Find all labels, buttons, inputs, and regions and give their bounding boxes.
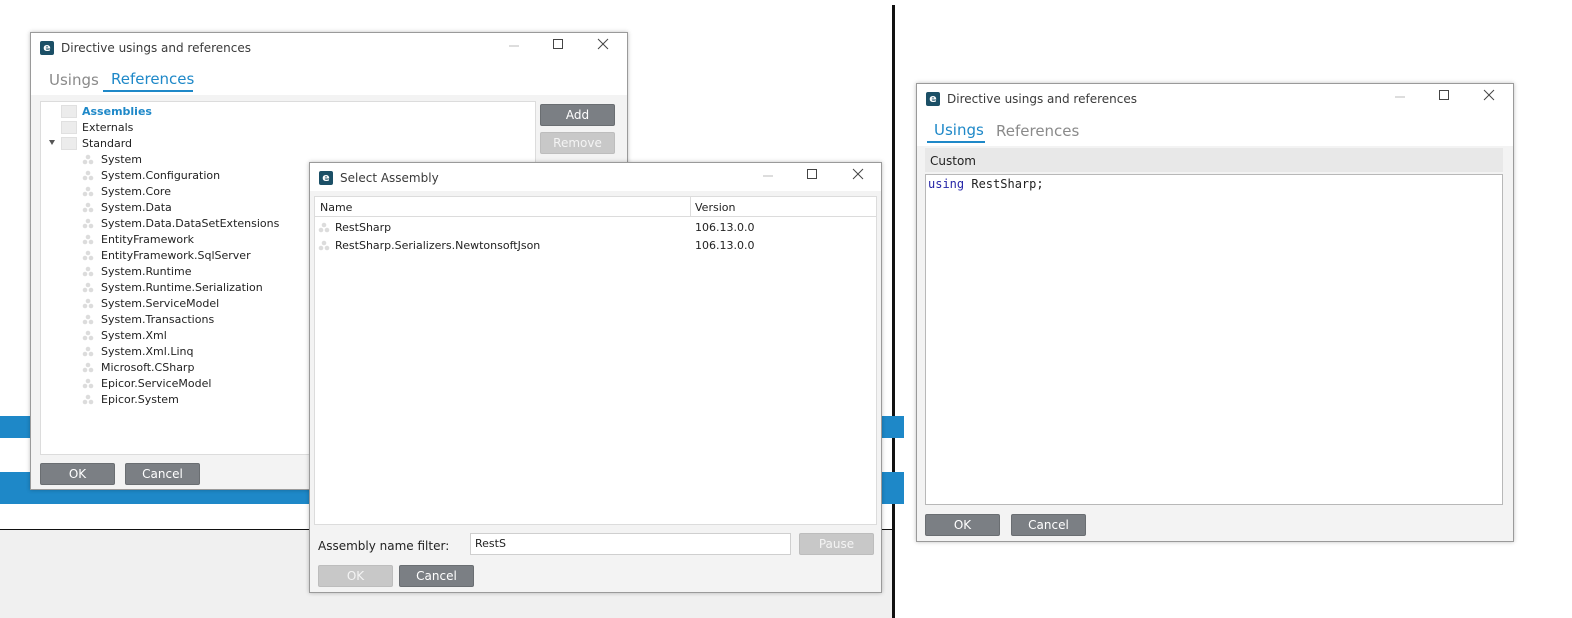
tree-item-assembly[interactable]: Epicor.System	[101, 393, 179, 406]
row-version: 106.13.0.0	[695, 239, 755, 252]
ok-button[interactable]: OK	[925, 514, 1000, 536]
code-keyword: using	[928, 177, 965, 191]
right-directive-dialog: e Directive usings and references Usings…	[916, 83, 1514, 542]
assembly-filter-input[interactable]: RestS	[470, 533, 791, 555]
table-row[interactable]: RestSharp.Serializers.NewtonsoftJson 106…	[315, 237, 876, 255]
folder-icon	[61, 137, 77, 150]
assembly-icon	[82, 314, 94, 325]
folder-icon	[61, 105, 77, 118]
minimize-icon[interactable]	[1390, 89, 1410, 107]
row-name: RestSharp	[335, 221, 392, 234]
tree-item-assembly[interactable]: System.Xml.Linq	[101, 345, 193, 358]
tree-folder-externals[interactable]: Externals	[82, 121, 133, 134]
tree-item-assembly[interactable]: System.Runtime	[101, 265, 191, 278]
tab-references[interactable]: References	[111, 70, 194, 88]
tree-item-assembly[interactable]: Epicor.ServiceModel	[101, 377, 211, 390]
cancel-button[interactable]: Cancel	[125, 463, 200, 485]
filter-label: Assembly name filter:	[318, 539, 450, 553]
assembly-icon	[82, 234, 94, 245]
tab-usings[interactable]: Usings	[49, 71, 99, 89]
ok-button[interactable]: OK	[318, 565, 393, 587]
column-header-version[interactable]: Version	[695, 201, 735, 214]
custom-section-header	[925, 148, 1503, 172]
code-line: using RestSharp;	[928, 177, 1044, 191]
window-title: Directive usings and references	[61, 41, 251, 55]
usings-code-editor[interactable]: using RestSharp;	[925, 174, 1503, 505]
app-logo-icon: e	[926, 92, 940, 106]
assembly-icon	[318, 240, 330, 251]
window-title: Select Assembly	[340, 171, 439, 185]
assembly-icon	[82, 346, 94, 357]
ok-button[interactable]: OK	[40, 463, 115, 485]
assembly-icon	[82, 170, 94, 181]
tree-item-assembly[interactable]: System.Data	[101, 201, 172, 214]
tree-item-assembly[interactable]: Microsoft.CSharp	[101, 361, 194, 374]
assembly-icon	[82, 202, 94, 213]
code-text: RestSharp;	[964, 177, 1044, 191]
assembly-icon	[82, 186, 94, 197]
minimize-icon[interactable]	[758, 168, 778, 186]
row-version: 106.13.0.0	[695, 221, 755, 234]
background-vertical-divider	[892, 5, 895, 618]
table-row[interactable]: RestSharp 106.13.0.0	[315, 219, 876, 237]
tree-item-assembly[interactable]: System.Transactions	[101, 313, 214, 326]
assembly-grid: Name Version RestSharp 106.13.0.0 RestSh…	[314, 196, 877, 525]
tree-item-assembly[interactable]: System.Runtime.Serialization	[101, 281, 263, 294]
assembly-icon	[82, 394, 94, 405]
close-icon[interactable]	[1479, 89, 1499, 107]
title-bar: e Directive usings and references	[917, 84, 1513, 112]
tree-item-assembly[interactable]: System.Configuration	[101, 169, 220, 182]
custom-section-label: Custom	[930, 154, 976, 168]
assembly-icon	[82, 266, 94, 277]
tree-item-assembly[interactable]: System.ServiceModel	[101, 297, 219, 310]
tab-references[interactable]: References	[996, 122, 1079, 140]
minimize-icon[interactable]	[504, 38, 524, 56]
column-header-name[interactable]: Name	[320, 201, 352, 214]
title-bar: e Select Assembly	[310, 163, 881, 191]
tree-folder-assemblies[interactable]: Assemblies	[82, 105, 152, 118]
tree-item-assembly[interactable]: System.Data.DataSetExtensions	[101, 217, 279, 230]
pause-button[interactable]: Pause	[799, 533, 874, 555]
title-bar: e Directive usings and references	[31, 33, 627, 61]
tree-item-assembly[interactable]: System	[101, 153, 142, 166]
column-divider[interactable]	[690, 197, 691, 216]
close-icon[interactable]	[848, 168, 868, 186]
grid-header	[315, 197, 876, 217]
assembly-icon	[82, 250, 94, 261]
folder-icon	[61, 121, 77, 134]
app-logo-icon: e	[319, 171, 333, 185]
tree-item-assembly[interactable]: System.Xml	[101, 329, 167, 342]
row-name: RestSharp.Serializers.NewtonsoftJson	[335, 239, 541, 252]
cancel-button[interactable]: Cancel	[399, 565, 474, 587]
assembly-icon	[82, 282, 94, 293]
cancel-button[interactable]: Cancel	[1011, 514, 1086, 536]
assembly-icon	[318, 222, 330, 233]
active-tab-indicator	[927, 141, 985, 143]
active-tab-indicator	[103, 90, 193, 92]
assembly-icon	[82, 362, 94, 373]
maximize-icon[interactable]	[1434, 89, 1454, 107]
assembly-icon	[82, 378, 94, 389]
tab-usings[interactable]: Usings	[934, 121, 984, 139]
tree-item-assembly[interactable]: System.Core	[101, 185, 171, 198]
maximize-icon[interactable]	[802, 168, 822, 186]
tree-folder-standard[interactable]: Standard	[82, 137, 132, 150]
tree-item-assembly[interactable]: EntityFramework	[101, 233, 194, 246]
close-icon[interactable]	[593, 38, 613, 56]
remove-button[interactable]: Remove	[540, 132, 615, 154]
window-title: Directive usings and references	[947, 92, 1137, 106]
app-logo-icon: e	[40, 41, 54, 55]
tree-item-assembly[interactable]: EntityFramework.SqlServer	[101, 249, 251, 262]
assembly-icon	[82, 154, 94, 165]
expand-arrow-icon[interactable]	[49, 140, 55, 145]
select-assembly-dialog: e Select Assembly Name Version RestSharp…	[309, 162, 882, 593]
assembly-icon	[82, 330, 94, 341]
add-button[interactable]: Add	[540, 104, 615, 126]
assembly-icon	[82, 218, 94, 229]
assembly-icon	[82, 298, 94, 309]
maximize-icon[interactable]	[548, 38, 568, 56]
